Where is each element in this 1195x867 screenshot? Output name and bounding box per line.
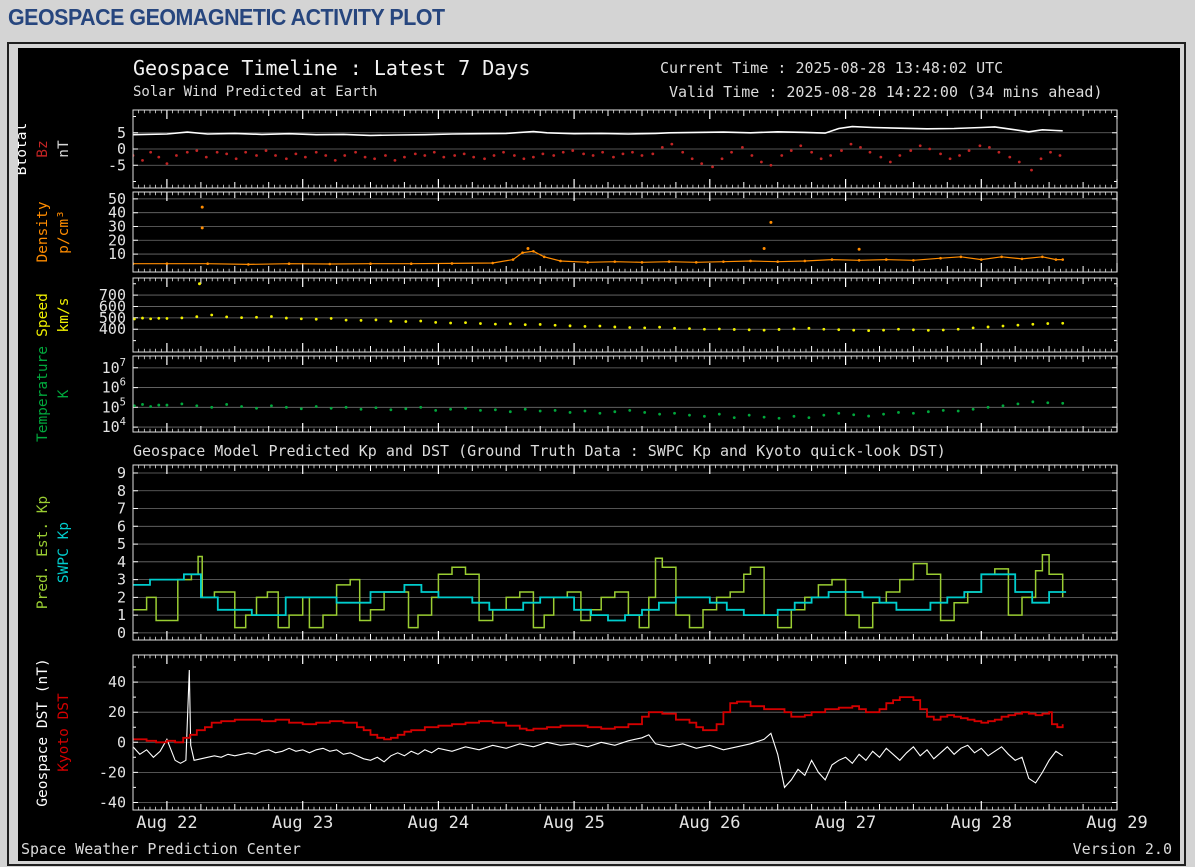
chart-subtitle: Solar Wind Predicted at Earth [133,84,378,100]
y-tick-label: 8 [117,482,126,500]
y-tick-label: 6 [117,517,126,535]
day-ticks [166,192,1118,272]
panel-frame [132,355,1118,433]
x-tick-label: Aug 26 [679,813,740,833]
panel-frame [132,277,1118,353]
y-tick-label: -20 [99,763,126,781]
axis-label-temperature: Temperature [35,346,51,442]
axis-label-swpc-kp: SWPC Kp [56,522,72,583]
y-tick-label: -5 [108,156,126,174]
valid-time-label: Valid Time : 2025-08-28 14:22:00 (34 min… [669,83,1103,101]
y-tick-label: 105 [102,396,126,416]
y-tick-label: 5 [117,535,126,553]
day-ticks [166,356,1118,432]
six-hour-ticks [132,192,1084,272]
geospace-plot-image: 5 0 -5 Btotal Bz nT 50 40 30 20 10 Density p/cm³ 700 6… [18,48,1180,861]
y-tick-label: 0 [117,733,126,751]
axis-label-speed: Speed [35,293,51,337]
series-kyoto-dst [133,696,1064,744]
y-tick-label: 106 [102,377,126,397]
series-bz [133,142,1062,172]
hour-ticks [138,465,1112,640]
page-root: { "page": { "header_title": "GEOSPACE GE… [0,0,1195,867]
six-hour-ticks [132,356,1084,432]
axis-label-density: Density [35,201,51,262]
axis-label-pred-est-kp: Pred. Est. Kp [35,496,51,610]
axis-label-km-s: km/s [56,298,72,333]
x-tick-label: Aug 23 [272,813,333,833]
x-tick-label: Aug 29 [1086,813,1147,833]
panel-frame [132,464,1118,641]
page-title: GEOSPACE GEOMAGNETIC ACTIVITY PLOT [8,4,445,30]
axis-label-k: K [56,389,72,398]
y-tick-label: 1 [117,606,126,624]
y-tick-label: -40 [99,793,126,811]
day-ticks [166,278,1118,352]
y-axis-ticks [133,666,1117,803]
y-axis-ticks [133,472,1117,634]
axis-label-p-cm-: p/cm³ [56,210,72,254]
x-tick-label: Aug 22 [136,813,197,833]
panel-frame [132,191,1118,273]
y-tick-label: 3 [117,571,126,589]
hour-ticks [138,655,1112,810]
y-tick-label: 9 [117,464,126,482]
day-ticks [166,655,1118,810]
y-tick-label: 2 [117,588,126,606]
y-tick-label: 104 [102,416,126,436]
chart-title: Geospace Timeline : Latest 7 Days [133,56,531,80]
hour-ticks [138,356,1112,432]
y-tick-label: 400 [99,320,126,338]
y-tick-label: 10 [108,245,126,263]
panel-density: 5040302010Density p/cm³ [35,190,1118,273]
six-hour-ticks [132,278,1084,352]
series-btotal [133,125,1063,137]
series-temperature [133,400,1065,420]
axis-label-nt: nT [56,140,72,158]
series-speed-outlier [198,282,202,286]
y-tick-label: 0 [117,624,126,642]
hour-ticks [138,278,1112,352]
y-axis-ticks [133,367,1117,428]
panel-speed: 700600500400Speed km/s [35,277,1118,353]
series-geospace-dst [133,669,1064,789]
x-tick-label: Aug 24 [408,813,469,833]
series-pred-est-kp [133,553,1064,629]
axis-label-kyoto-dst: Kyoto DST [56,693,72,772]
panel-temp: 107106105104 Temperature K [35,346,1118,442]
y-tick-label: 20 [108,703,126,721]
current-time-label: Current Time : 2025-08-28 13:48:02 UTC [660,59,1004,77]
x-tick-label: Aug 28 [951,813,1012,833]
kp-dst-section-title: Geospace Model Predicted Kp and DST (Gro… [133,442,946,460]
y-tick-label: 7 [117,500,126,518]
panel-frame [132,654,1118,811]
six-hour-ticks [132,655,1084,810]
y-tick-label: 4 [117,553,126,571]
panel-bfield: 50-5Btotal Bz nT [18,109,1118,189]
axis-label-geospace-dst-nt-: Geospace DST (nT) [35,658,51,806]
footer-attribution: Space Weather Prediction Center [21,840,301,858]
panel-dst: 40 20 0 -20 -40 Geospace DST (nT) Kyoto DST [35,654,1118,811]
series-density [133,250,1065,266]
axis-label-btotal: Btotal [18,123,30,175]
x-tick-label: Aug 25 [543,813,604,833]
panel-kp: 9876543210 Pred. Est. Kp SWPC Kp [35,464,1118,642]
hour-ticks [138,192,1112,272]
y-tick-label: 107 [102,357,126,377]
footer-version: Version 2.0 [1072,840,1172,858]
y-tick-label: 40 [108,673,126,691]
x-tick-label: Aug 27 [815,813,876,833]
axis-label-bz: Bz [35,140,51,157]
